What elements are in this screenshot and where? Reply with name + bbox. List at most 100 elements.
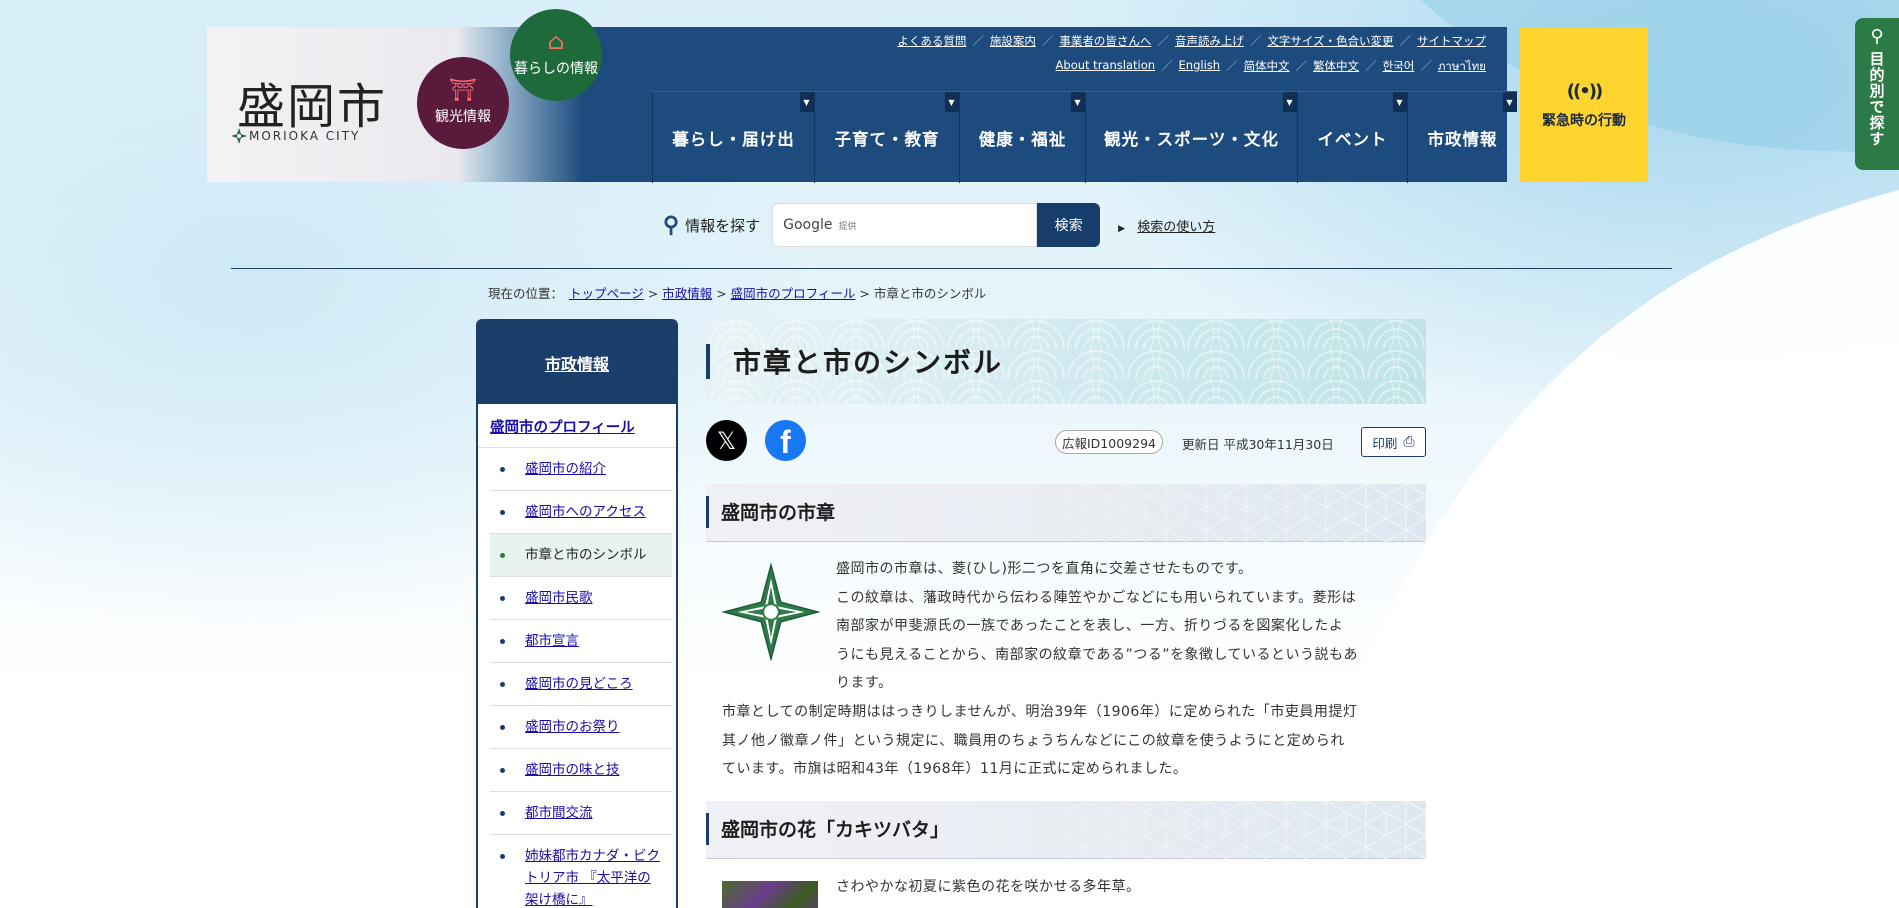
sidebar-item[interactable]: 盛岡市へのアクセス <box>490 491 672 534</box>
search-bar: ⚲ 情報を探す Google 提供 検索 ▶ 検索の使い方 <box>663 203 1215 247</box>
utility-link[interactable]: 简体中文 <box>1238 58 1296 76</box>
bullet-icon <box>500 725 505 730</box>
sidebar-item[interactable]: 盛岡市の味と技 <box>490 749 672 792</box>
paragraph-line: ています。市旗は昭和43年（1968年）11月に正式に定められました。 <box>722 761 1188 777</box>
sidebar-item-label[interactable]: 盛岡市のお祭り <box>525 716 620 738</box>
sidebar-item[interactable]: 盛岡市民歌 <box>490 577 672 620</box>
global-nav-item[interactable]: 観光・スポーツ・文化 ▼ <box>1085 92 1297 183</box>
x-share-icon[interactable]: 𝕏 <box>706 420 747 461</box>
emblem-small-icon <box>231 128 247 144</box>
page-title: 市章と市のシンボル <box>733 346 1004 379</box>
sidebar-item-label[interactable]: 都市宣言 <box>525 630 579 652</box>
find-by-purpose-label: 目的別で探す <box>1867 51 1886 147</box>
utility-links-row-1: よくある質問／施設案内／事業者の皆さんへ／音声読み上げ／文字サイズ・色合い変更／… <box>891 33 1492 49</box>
sidebar-item-label[interactable]: 姉妹都市カナダ・ビクトリア市 『太平洋の架け橋に』 <box>525 845 664 908</box>
search-button[interactable]: 検索 <box>1037 203 1101 247</box>
breadcrumb-link[interactable]: 市政情報 <box>662 286 712 301</box>
emergency-action-button[interactable]: ((•)) 緊急時の行動 <box>1520 28 1648 182</box>
utility-link[interactable]: 事業者の皆さんへ <box>1053 33 1157 49</box>
dropdown-icon: ▼ <box>800 92 814 112</box>
global-nav-label: イベント <box>1317 129 1388 149</box>
sidebar-item[interactable]: 盛岡市の見どころ <box>490 663 672 706</box>
living-info-button[interactable]: ⌂ 暮らしの情報 <box>510 9 602 101</box>
page-title-banner: 市章と市のシンボル <box>706 319 1426 404</box>
global-nav-item[interactable]: 子育て・教育 ▼ <box>814 92 959 183</box>
utility-link[interactable]: サイトマップ <box>1411 33 1492 49</box>
utility-link[interactable]: 文字サイズ・色合い変更 <box>1261 33 1399 49</box>
search-heading-text: 情報を探す <box>685 216 761 235</box>
global-nav-label: 観光・スポーツ・文化 <box>1104 129 1279 149</box>
bullet-icon <box>500 510 505 515</box>
utility-link[interactable]: ภาษาไทย <box>1432 58 1492 76</box>
search-input[interactable]: Google 提供 <box>772 203 1038 247</box>
pr-id-badge: 広報ID1009294 <box>1055 430 1163 454</box>
breadcrumb-link[interactable]: トップページ <box>569 286 644 301</box>
paragraph-line: 南部家が甲斐源氏の一族であったことを表し、一方、折りづるを図案化したよ <box>836 618 1344 634</box>
link-separator: ／ <box>1226 59 1238 73</box>
paragraph-line: さわやかな初夏に紫色の花を咲かせる多年草。 <box>836 879 1141 895</box>
breadcrumb-prefix: 現在の位置： <box>488 286 564 301</box>
site-logo-title: 盛岡市 <box>237 79 388 135</box>
house-icon: ⌂ <box>547 30 565 55</box>
utility-link[interactable]: 音声読み上げ <box>1169 33 1250 49</box>
print-label: 印刷 <box>1372 435 1398 451</box>
utility-link[interactable]: 한국어 <box>1377 58 1421 76</box>
utility-link[interactable]: English <box>1173 58 1227 76</box>
bullet-icon <box>500 467 505 472</box>
bullet-icon <box>500 854 505 859</box>
bullet-icon <box>500 639 505 644</box>
section-title: 盛岡市の花「カキツバタ」 <box>721 819 950 841</box>
link-separator: ／ <box>1161 59 1173 73</box>
sidebar-item[interactable]: 都市宣言 <box>490 620 672 663</box>
sidebar-item[interactable]: 姉妹都市カナダ・ビクトリア市 『太平洋の架け橋に』 <box>490 835 672 908</box>
global-nav-item[interactable]: 健康・福祉 ▼ <box>959 92 1085 183</box>
sidebar-item-label[interactable]: 盛岡市の紹介 <box>525 458 606 480</box>
sidebar-item-label[interactable]: 都市間交流 <box>525 802 593 824</box>
sidebar-item-label: 市章と市のシンボル <box>525 547 647 563</box>
link-separator: ／ <box>1420 59 1432 73</box>
facebook-share-icon[interactable]: f <box>765 420 806 461</box>
sidebar-item-label[interactable]: 盛岡市の味と技 <box>525 759 620 781</box>
link-separator: ／ <box>1157 34 1169 48</box>
global-navigation: 暮らし・届け出 ▼ 子育て・教育 ▼ 健康・福祉 ▼ 観光・スポーツ・文化 ▼ イベント ▼ 市政情… <box>652 91 1517 183</box>
section-accent-bar <box>706 496 709 528</box>
global-nav-label: 子育て・教育 <box>834 129 940 149</box>
updated-date: 更新日 平成30年11月30日 <box>1182 437 1334 452</box>
global-nav-item[interactable]: 市政情報 ▼ <box>1407 92 1517 183</box>
tourism-info-button[interactable]: ⛩ 観光情報 <box>417 57 509 149</box>
link-separator: ／ <box>1041 34 1054 48</box>
sidebar-section-link[interactable]: 盛岡市のプロフィール <box>490 420 635 436</box>
emergency-label: 緊急時の行動 <box>1542 112 1626 129</box>
utility-link[interactable]: 繁体中文 <box>1307 58 1365 76</box>
search-heading: ⚲ 情報を探す <box>663 212 760 238</box>
utility-link[interactable]: よくある質問 <box>891 33 972 49</box>
sidebar-item-label[interactable]: 盛岡市へのアクセス <box>525 501 646 523</box>
sidebar-item[interactable]: 都市間交流 <box>490 792 672 835</box>
sidebar-item[interactable]: 盛岡市のお祭り <box>490 706 672 749</box>
section-title: 盛岡市の市章 <box>721 502 836 524</box>
sidebar-heading-link[interactable]: 市政情報 <box>545 351 609 375</box>
tourism-info-label: 観光情報 <box>435 109 491 125</box>
search-help-link[interactable]: 検索の使い方 <box>1137 220 1215 235</box>
utility-link[interactable]: 施設案内 <box>984 33 1042 49</box>
bullet-icon <box>500 553 505 558</box>
dropdown-icon: ▼ <box>1393 92 1407 112</box>
sidebar-item[interactable]: 盛岡市の紹介 <box>490 448 672 491</box>
link-separator: ／ <box>1295 59 1308 73</box>
sidebar-item-label[interactable]: 盛岡市の見どころ <box>525 673 633 695</box>
dropdown-icon: ▼ <box>1071 92 1085 112</box>
find-by-purpose-tab[interactable]: ⚲ 目的別で探す <box>1855 18 1899 170</box>
breadcrumb-separator: > <box>643 286 663 301</box>
dropdown-icon: ▼ <box>945 92 959 112</box>
sidebar-item-label[interactable]: 盛岡市民歌 <box>525 587 593 609</box>
print-button[interactable]: 印刷 ⎙ <box>1361 427 1426 457</box>
global-nav-item[interactable]: イベント ▼ <box>1297 92 1407 183</box>
utility-link[interactable]: About translation <box>1050 58 1162 76</box>
global-nav-item[interactable]: 暮らし・届け出 ▼ <box>652 92 814 183</box>
dropdown-icon: ▼ <box>1283 92 1297 112</box>
breadcrumb-link[interactable]: 盛岡市のプロフィール <box>731 286 856 301</box>
sidebar-header: 市政情報 <box>478 321 676 404</box>
section-accent-bar <box>706 813 709 845</box>
section-heading-flower: 盛岡市の花「カキツバタ」 <box>706 801 1426 859</box>
paragraph-line: この紋章は、藩政時代から伝わる陣笠やかごなどにも用いられています。菱形は <box>836 589 1357 606</box>
